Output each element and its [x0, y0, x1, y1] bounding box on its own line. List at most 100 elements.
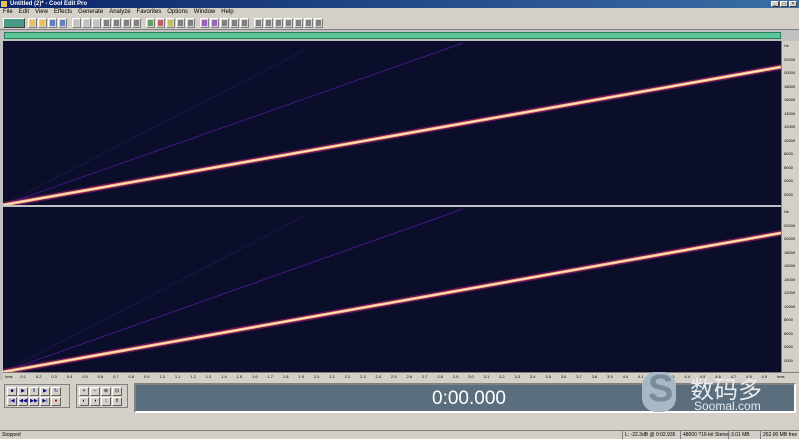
frequency-tick-label: 8000 — [784, 317, 793, 322]
time-tick-label: 3.3 — [514, 374, 521, 379]
frequency-tick-label: 20000 — [784, 236, 796, 241]
menu-file[interactable]: File — [3, 8, 13, 17]
help-icon[interactable] — [274, 18, 283, 28]
time-tick-label: 1.9 — [298, 374, 304, 379]
mix-paste-icon[interactable] — [102, 18, 111, 28]
tool-icon[interactable] — [294, 18, 303, 28]
frequency-tick-label: 6000 — [784, 330, 793, 336]
menu-view[interactable]: View — [35, 8, 48, 17]
record-button[interactable]: ● — [51, 397, 61, 406]
go-to-end-button[interactable]: ▶| — [40, 397, 50, 406]
rewind-button[interactable]: ◀◀ — [18, 397, 28, 406]
snap-icon[interactable] — [166, 18, 175, 28]
tool-icon[interactable] — [304, 18, 313, 28]
menu-favorites[interactable]: Favorites — [137, 8, 162, 17]
play-to-end-button[interactable]: ▶ — [40, 387, 50, 396]
zoom-selection-icon[interactable]: ⊡ — [112, 387, 122, 396]
zoom-out-horizontal-icon[interactable]: − — [90, 387, 100, 396]
frequency-ruler[interactable]: Hz 22000 20000 18000 16000 14000 12000 10000 800… — [781, 41, 799, 372]
time-tick-label: 2.9 — [452, 374, 459, 379]
maximize-button[interactable]: □ — [780, 1, 788, 7]
cue-list-icon[interactable] — [230, 18, 239, 28]
play-button[interactable]: ▶ — [18, 387, 28, 396]
close-button[interactable]: × — [789, 1, 797, 7]
menu-options[interactable]: Options — [167, 8, 188, 17]
zoom-in-horizontal-icon[interactable]: + — [79, 387, 89, 396]
zoom-right-icon[interactable]: ◑ — [90, 397, 100, 406]
waveform-view-icon[interactable] — [210, 18, 219, 28]
time-tick-label: 3.5 — [545, 374, 551, 379]
stop-button[interactable]: ■ — [7, 387, 17, 396]
multitrack-toggle-button[interactable] — [3, 18, 25, 28]
settings-icon[interactable] — [220, 18, 229, 28]
overview-bar[interactable] — [4, 32, 781, 39]
time-tick-label: 0.9 — [143, 374, 150, 379]
redo-icon[interactable] — [122, 18, 131, 28]
go-to-start-button[interactable]: |◀ — [7, 397, 17, 406]
tool-icon[interactable] — [284, 18, 293, 28]
time-tick-label: 2.0 — [313, 374, 320, 379]
menu-help[interactable]: Help — [221, 8, 233, 17]
frequency-tick-label: 8000 — [784, 151, 793, 156]
channel-divider — [3, 205, 781, 207]
menu-window[interactable]: Window — [194, 8, 215, 17]
info-icon[interactable] — [254, 18, 263, 28]
undo-icon[interactable] — [112, 18, 121, 28]
tool-icon[interactable] — [314, 18, 323, 28]
menu-bar: File Edit View Effects Generate Analyze … — [0, 8, 799, 17]
time-tick-label: 3.0 — [468, 374, 474, 379]
play-list-icon[interactable] — [240, 18, 249, 28]
cut-icon[interactable] — [72, 18, 81, 28]
save-icon[interactable] — [48, 18, 57, 28]
time-tick-label: hms — [5, 374, 13, 379]
pause-button[interactable]: ‖ — [29, 387, 39, 396]
left-channel-spectrogram[interactable] — [3, 41, 781, 205]
zoom-out-vertical-icon[interactable]: ⇕ — [112, 397, 122, 406]
menu-effects[interactable]: Effects — [54, 8, 72, 17]
frequency-tick-label: 12000 — [784, 124, 796, 129]
paste-icon[interactable] — [92, 18, 101, 28]
zoom-full-icon[interactable]: ⊕ — [101, 387, 111, 396]
save-as-icon[interactable] — [58, 18, 67, 28]
time-tick-label: 2.1 — [329, 374, 335, 379]
frequency-tick-label: 16000 — [784, 263, 796, 268]
menu-analyze[interactable]: Analyze — [109, 8, 130, 17]
menu-generate[interactable]: Generate — [78, 8, 103, 17]
time-tick-label: 3.9 — [607, 374, 613, 379]
time-tick-label: 3.7 — [576, 374, 582, 379]
zoom-left-icon[interactable]: ◐ — [79, 397, 89, 406]
menu-edit[interactable]: Edit — [19, 8, 29, 17]
time-tick-label: 1.0 — [159, 374, 165, 379]
toolbar — [0, 17, 799, 30]
select-icon[interactable] — [146, 18, 155, 28]
status-format: 48000 ?16-bit Stereo — [680, 431, 730, 439]
copy-icon[interactable] — [82, 18, 91, 28]
frequency-tick-label: 4000 — [784, 344, 793, 349]
loop-button[interactable]: ↻ — [51, 387, 61, 396]
scrub-icon[interactable] — [186, 18, 195, 28]
frequency-tick-label: 14000 — [784, 276, 796, 282]
time-tick-label: 0.1 — [20, 374, 26, 379]
left-channel-sweep — [3, 42, 781, 205]
marker-icon[interactable] — [156, 18, 165, 28]
zoom-in-vertical-icon[interactable]: ↕ — [101, 397, 111, 406]
time-tick-label: 0.7 — [113, 374, 119, 379]
soomal-logo-letter-icon: S — [648, 368, 674, 410]
repeat-icon[interactable] — [132, 18, 141, 28]
time-tick-label: 4.0 — [622, 374, 629, 379]
level-icon[interactable] — [264, 18, 273, 28]
spectral-view-icon[interactable] — [200, 18, 209, 28]
frequency-tick-label: 14000 — [784, 110, 796, 116]
right-channel-spectrogram[interactable] — [3, 207, 781, 372]
new-icon[interactable] — [28, 18, 37, 28]
zoom-icon[interactable] — [176, 18, 185, 28]
frequency-tick-label: Hz — [784, 209, 789, 214]
time-tick-label: 1.7 — [267, 374, 274, 379]
time-tick-label: 3.4 — [529, 374, 536, 379]
open-icon[interactable] — [38, 18, 47, 28]
fast-forward-button[interactable]: ▶▶ — [29, 397, 39, 406]
time-tick-label: 2.4 — [375, 374, 382, 379]
window-title: Untitled (2)* - Cool Edit Pro — [10, 1, 87, 7]
minimize-button[interactable]: _ — [771, 1, 779, 7]
current-time: 0:00.000 — [432, 388, 506, 409]
